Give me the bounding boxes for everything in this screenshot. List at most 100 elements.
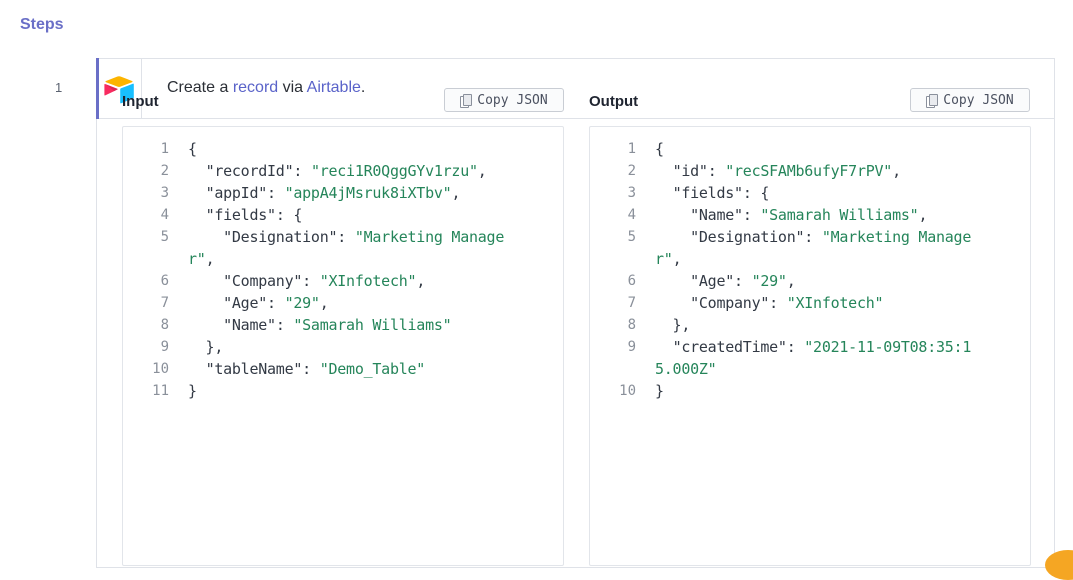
line-number: 1 [160, 141, 169, 157]
json-punctuation: : [267, 184, 285, 202]
code-line: 8 }, [590, 314, 1030, 336]
json-punctuation: : [734, 272, 752, 290]
json-punctuation: : { [275, 206, 303, 224]
line-number: 3 [627, 185, 636, 201]
json-string: "XInfotech" [786, 294, 884, 312]
copy-icon [460, 93, 473, 108]
json-punctuation: }, [188, 338, 224, 356]
json-string: "reci1R0QggGYv1rzu" [310, 162, 478, 180]
airtable-link[interactable]: Airtable [307, 79, 361, 96]
json-punctuation [188, 184, 206, 202]
json-punctuation: : [267, 294, 285, 312]
code-text: "Company": "XInfotech", [188, 270, 425, 292]
json-key: "fields" [672, 184, 744, 202]
line-number: 1 [627, 141, 636, 157]
code-text: r", [655, 248, 682, 270]
json-punctuation [655, 162, 673, 180]
json-string: "Samarah Williams" [760, 206, 919, 224]
line-number: 8 [627, 317, 636, 333]
output-json-viewer[interactable]: 1{2 "id": "recSFAMb6ufyF7rPV", 3 "fields"… [589, 126, 1031, 566]
json-punctuation: } [655, 382, 664, 400]
json-punctuation: { [655, 140, 664, 158]
input-json-viewer[interactable]: 1{2 "recordId": "reci1R0QggGYv1rzu", 3 "a… [122, 126, 564, 566]
json-punctuation [655, 338, 673, 356]
code-line: 5 "Designation": "Marketing Manage [123, 226, 563, 248]
json-punctuation: , [477, 162, 487, 180]
json-string: "29" [751, 272, 787, 290]
code-line: 9 }, [123, 336, 563, 358]
json-punctuation: , [672, 250, 682, 268]
line-number: 2 [160, 163, 169, 179]
code-line: 3 "fields": { [590, 182, 1030, 204]
line-number: 11 [152, 383, 169, 399]
code-line: 5 "Designation": "Marketing Manage [590, 226, 1030, 248]
json-punctuation: : [742, 206, 761, 224]
json-string: "Marketing Manage [354, 228, 505, 246]
json-string: r" [655, 250, 673, 268]
input-copy-json-button[interactable]: Copy JSON [444, 88, 564, 112]
input-code-lines: 1{2 "recordId": "reci1R0QggGYv1rzu", 3 "a… [123, 138, 563, 402]
json-string: "Demo_Table" [319, 360, 426, 378]
json-punctuation [188, 162, 206, 180]
json-string: "Samarah Williams" [293, 316, 452, 334]
code-line: 3 "appId": "appA4jMsruk8iXTbv", [123, 182, 563, 204]
json-punctuation [188, 294, 223, 312]
json-punctuation: : [302, 272, 320, 290]
json-string: "Marketing Manage [821, 228, 972, 246]
json-punctuation: , [319, 294, 329, 312]
json-punctuation: : [786, 338, 805, 356]
json-punctuation [655, 228, 690, 246]
step-text-prefix: Create a [167, 79, 233, 96]
line-number: 6 [627, 273, 636, 289]
json-punctuation: , [416, 272, 426, 290]
code-line: 2 "id": "recSFAMb6ufyF7rPV", [590, 160, 1030, 182]
json-punctuation [188, 316, 223, 334]
json-punctuation: : [769, 294, 787, 312]
code-line: 8 "Name": "Samarah Williams" [123, 314, 563, 336]
code-text: "fields": { [188, 204, 303, 226]
output-code-lines: 1{2 "id": "recSFAMb6ufyF7rPV", 3 "fields"… [590, 138, 1030, 402]
code-line: r", [590, 248, 1030, 270]
step-description: Create a record via Airtable. [167, 79, 365, 97]
code-text: { [655, 138, 664, 160]
json-key: "appId" [205, 184, 268, 202]
json-key: "Age" [223, 294, 268, 312]
json-key: "Company" [223, 272, 303, 290]
code-line: 9 "createdTime": "2021-11-09T08:35:1 [590, 336, 1030, 358]
json-punctuation: : { [742, 184, 770, 202]
code-text: "Name": "Samarah Williams", [655, 204, 927, 226]
record-link[interactable]: record [233, 79, 278, 96]
code-text: "appId": "appA4jMsruk8iXTbv", [188, 182, 461, 204]
json-string: "recSFAMb6ufyF7rPV" [725, 162, 893, 180]
json-string: r" [188, 250, 206, 268]
json-punctuation [188, 206, 206, 224]
code-text: 5.000Z" [655, 358, 717, 380]
json-punctuation: , [892, 162, 901, 180]
json-punctuation [655, 294, 690, 312]
output-copy-json-button[interactable]: Copy JSON [910, 88, 1030, 112]
json-punctuation [188, 272, 223, 290]
json-punctuation: : [804, 228, 822, 246]
code-text: "Age": "29", [188, 292, 329, 314]
code-line: 10 "tableName": "Demo_Table" [123, 358, 563, 380]
json-key: "Company" [690, 294, 770, 312]
json-punctuation: , [918, 206, 928, 224]
step-number: 1 [55, 80, 63, 95]
code-text: "createdTime": "2021-11-09T08:35:1 [655, 336, 972, 358]
code-text: }, [655, 314, 691, 336]
line-number: 10 [152, 361, 169, 377]
json-key: "Designation" [690, 228, 805, 246]
json-key: "Designation" [223, 228, 338, 246]
code-text: r", [188, 248, 215, 270]
json-punctuation: : [707, 162, 726, 180]
json-punctuation: : [302, 360, 320, 378]
code-text: "recordId": "reci1R0QggGYv1rzu", [188, 160, 487, 182]
code-text: } [655, 380, 664, 402]
code-text: "Designation": "Marketing Manage [655, 226, 971, 248]
json-punctuation [188, 228, 223, 246]
json-key: "Name" [223, 316, 276, 334]
json-punctuation: }, [655, 316, 691, 334]
json-key: "createdTime" [672, 338, 787, 356]
line-number: 5 [627, 229, 636, 245]
json-string: "appA4jMsruk8iXTbv" [284, 184, 452, 202]
